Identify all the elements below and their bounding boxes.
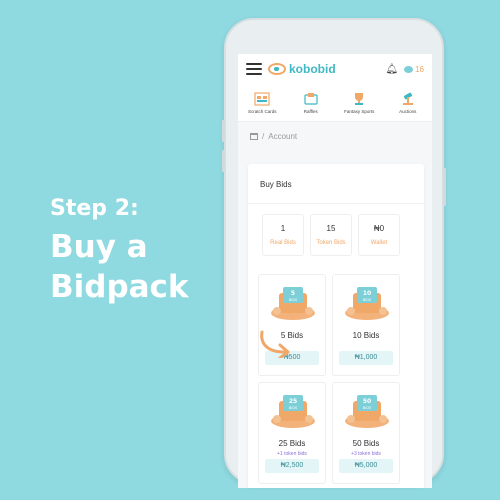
top-bar: kobobid 🔔︎ 16 bbox=[238, 54, 432, 84]
badge-text: BIDS bbox=[363, 406, 372, 410]
volume-button bbox=[222, 120, 225, 142]
buy-bids-card: Buy Bids 1 Real Bids 15 Token Bids ₦0 Wa… bbox=[248, 164, 424, 488]
category-nav: Scratch Cards Raffles Fantasy Sports Auc… bbox=[238, 84, 432, 122]
balance-stats: 1 Real Bids 15 Token Bids ₦0 Wallet bbox=[262, 214, 400, 256]
badge-text: BIDS bbox=[289, 298, 298, 302]
badge-number: 50 bbox=[363, 398, 371, 405]
breadcrumb: / Account bbox=[238, 122, 432, 150]
pack-bonus: +1 token bids bbox=[277, 451, 307, 457]
account-content: / Account Buy Bids 1 Real Bids 15 Token … bbox=[238, 122, 432, 488]
volume-button bbox=[222, 150, 225, 172]
badge-number: 10 bbox=[363, 290, 371, 297]
nav-label: Scratch Cards bbox=[247, 108, 277, 114]
badge-number: 25 bbox=[289, 398, 297, 405]
trophy-icon bbox=[355, 92, 364, 105]
pack-bonus: +3 token bids bbox=[351, 451, 381, 457]
stat-token-bids: 15 Token Bids bbox=[310, 214, 352, 256]
stat-label: Token Bids bbox=[316, 240, 346, 246]
breadcrumb-account[interactable]: Account bbox=[268, 132, 297, 141]
bidpack-grid: 5 BIDS 5 Bids ₦500 10 BIDS 10 Bids ₦1,00… bbox=[258, 274, 400, 484]
badge-number: 5 bbox=[291, 290, 295, 297]
bell-icon[interactable]: 🔔︎ bbox=[385, 64, 398, 75]
stat-real-bids: 1 Real Bids bbox=[262, 214, 304, 256]
token-icon bbox=[404, 65, 414, 73]
nav-item-auctions[interactable]: Auctions bbox=[384, 84, 433, 121]
logo-text: kobobid bbox=[289, 62, 336, 76]
stat-value: ₦0 bbox=[373, 224, 385, 233]
stat-value: 15 bbox=[326, 224, 336, 233]
app-screen: kobobid 🔔︎ 16 Scratch Cards Raffles Fant… bbox=[238, 54, 432, 488]
stat-value: 1 bbox=[280, 224, 286, 233]
coin-chest-icon: 5 BIDS bbox=[271, 287, 315, 320]
bidpack-25[interactable]: 25 BIDS 25 Bids +1 token bids ₦2,500 bbox=[258, 382, 326, 484]
stat-wallet: ₦0 Wallet bbox=[358, 214, 400, 256]
buy-price-button[interactable]: ₦1,000 bbox=[339, 351, 393, 365]
nav-label: Fantasy Sports bbox=[344, 108, 375, 114]
headline-line-1: Buy a bbox=[50, 229, 148, 265]
home-icon[interactable] bbox=[250, 132, 258, 140]
menu-icon[interactable] bbox=[246, 63, 262, 75]
pack-name: 25 Bids bbox=[278, 439, 306, 448]
pointer-arrow-icon bbox=[260, 330, 290, 358]
badge-text: BIDS bbox=[289, 406, 298, 410]
nav-label: Raffles bbox=[303, 108, 318, 114]
logo-mark-icon bbox=[268, 63, 286, 75]
nav-item-fantasy-sports[interactable]: Fantasy Sports bbox=[335, 84, 384, 121]
coin-chest-icon: 10 BIDS bbox=[345, 287, 389, 320]
coin-chest-icon: 25 BIDS bbox=[271, 395, 315, 428]
step-label: Step 2: bbox=[50, 196, 139, 221]
token-balance[interactable]: 16 bbox=[404, 65, 424, 74]
bidpack-5[interactable]: 5 BIDS 5 Bids ₦500 bbox=[258, 274, 326, 376]
token-count: 16 bbox=[415, 64, 424, 74]
nav-item-scratch-cards[interactable]: Scratch Cards bbox=[238, 84, 287, 121]
buy-price-button[interactable]: ₦2,500 bbox=[265, 459, 319, 473]
nav-item-raffles[interactable]: Raffles bbox=[287, 84, 336, 121]
breadcrumb-separator: / bbox=[262, 131, 265, 141]
buy-price-button[interactable]: ₦5,000 bbox=[339, 459, 393, 473]
raffle-ticket-icon bbox=[304, 92, 318, 105]
headline-line-2: Bidpack bbox=[50, 269, 189, 305]
app-logo[interactable]: kobobid bbox=[268, 62, 336, 76]
bidpack-10[interactable]: 10 BIDS 10 Bids ₦1,000 bbox=[332, 274, 400, 376]
badge-text: BIDS bbox=[363, 298, 372, 302]
nav-label: Auctions bbox=[399, 108, 417, 114]
bidpack-50[interactable]: 50 BIDS 50 Bids +3 token bids ₦5,000 bbox=[332, 382, 400, 484]
scratch-card-icon bbox=[254, 91, 270, 106]
power-button bbox=[443, 168, 446, 206]
stat-label: Wallet bbox=[370, 240, 388, 246]
pack-name: 10 Bids bbox=[352, 331, 380, 340]
phone-frame: kobobid 🔔︎ 16 Scratch Cards Raffles Fant… bbox=[222, 18, 446, 488]
headline: Step 2: Buy a Bidpack bbox=[50, 196, 189, 307]
stat-label: Real Bids bbox=[270, 240, 296, 246]
gavel-icon bbox=[402, 92, 413, 105]
coin-chest-icon: 50 BIDS bbox=[345, 395, 389, 428]
card-title: Buy Bids bbox=[248, 164, 424, 204]
pack-name: 50 Bids bbox=[352, 439, 380, 448]
